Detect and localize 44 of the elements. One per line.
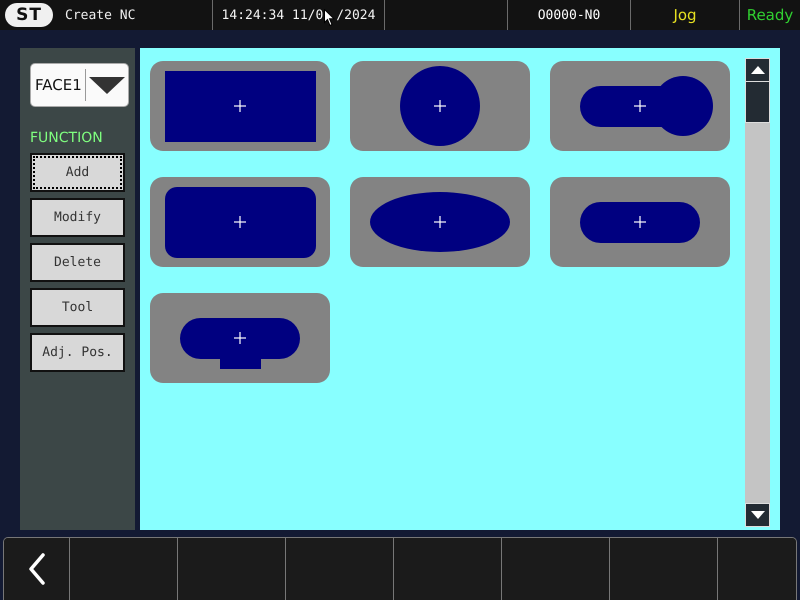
status-text: Ready [746,6,794,24]
clock-text: /2024 [336,8,376,22]
crosshair-icon [234,100,246,112]
crosshair-icon [434,216,446,228]
function-button[interactable]: Tool [30,288,125,327]
crosshair-icon [234,216,246,228]
caret-down-icon [89,76,125,94]
mode-text: Jog [673,6,697,24]
shape-tile[interactable] [150,177,330,267]
crosshair-icon [634,100,646,112]
triangle-down-icon [750,511,764,519]
crosshair-icon [234,332,246,344]
mouse-pointer-icon [324,8,336,26]
logo: ST [5,3,53,27]
circle-icon [400,66,480,146]
shape-tile[interactable] [350,177,530,267]
function-button[interactable]: Modify [30,198,125,237]
crosshair-icon [634,216,646,228]
face-dropdown[interactable]: FACE1 [30,63,129,107]
shape-tile[interactable] [350,61,530,151]
clock-text: 14:24:34 11/0 [222,8,324,22]
shape-tile[interactable] [150,61,330,151]
crosshair-icon [434,100,446,112]
scrollbar-thumb[interactable] [745,82,770,123]
rounded-rectangle-icon [165,187,316,258]
triangle-up-icon [750,66,764,74]
function-button[interactable]: Adj. Pos. [30,333,125,372]
function-button[interactable]: Add [30,153,125,192]
chevron-left-icon [28,553,46,585]
slot-with-tab-icon [180,318,300,369]
scroll-down-button[interactable] [745,503,770,527]
back-button[interactable] [4,538,70,600]
rectangle-icon [165,71,316,142]
keyhole-icon [580,76,713,136]
slot-icon [580,202,700,243]
section-label: FUNCTION [30,130,103,147]
shape-tile[interactable] [550,61,730,151]
window-title: Create NC [65,8,136,22]
ellipse-icon [370,192,510,252]
scroll-up-button[interactable] [745,58,770,82]
shape-tile[interactable] [150,293,330,383]
program-number: O0000-N0 [538,8,600,22]
function-button[interactable]: Delete [30,243,125,282]
shape-tile[interactable] [550,177,730,267]
